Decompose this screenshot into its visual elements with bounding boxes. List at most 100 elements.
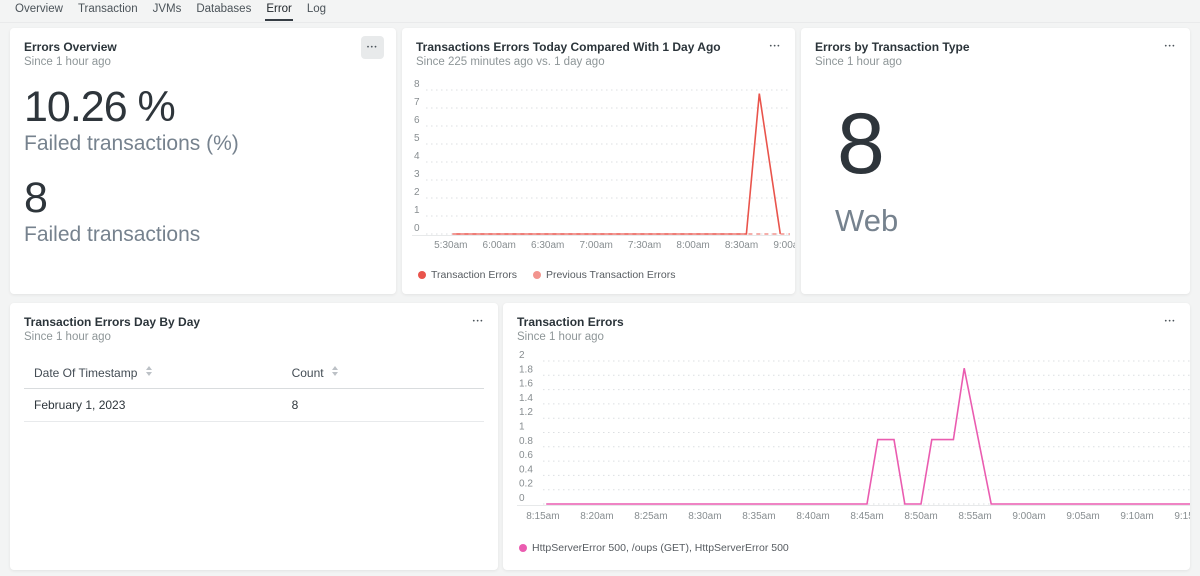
table-header-row: Date Of Timestamp Count bbox=[24, 358, 484, 389]
card-title: Transaction Errors Day By Day bbox=[24, 315, 484, 329]
chart-legend: Transaction Errors Previous Transaction E… bbox=[416, 269, 781, 281]
svg-text:8:00am: 8:00am bbox=[676, 240, 709, 251]
svg-text:9:15am: 9:15am bbox=[1174, 511, 1190, 522]
svg-text:9:00am: 9:00am bbox=[773, 240, 795, 251]
legend-label: Previous Transaction Errors bbox=[546, 269, 676, 281]
top-nav: Overview Transaction JVMs Databases Erro… bbox=[0, 0, 1200, 23]
card-subtitle: Since 225 minutes ago vs. 1 day ago bbox=[416, 56, 781, 69]
svg-text:6: 6 bbox=[414, 115, 420, 126]
legend-item[interactable]: HttpServerError 500, /oups (GET), HttpSe… bbox=[519, 542, 789, 554]
ellipsis-icon: ••• bbox=[1165, 318, 1176, 325]
svg-text:2: 2 bbox=[519, 350, 525, 361]
tab-overview[interactable]: Overview bbox=[14, 3, 64, 19]
svg-text:1.4: 1.4 bbox=[519, 393, 533, 404]
date-cell: February 1, 2023 bbox=[24, 389, 282, 422]
svg-text:5: 5 bbox=[414, 133, 420, 144]
ellipsis-menu-button[interactable]: ••• bbox=[770, 42, 781, 52]
ellipsis-icon: ••• bbox=[1165, 43, 1176, 50]
tab-transaction[interactable]: Transaction bbox=[77, 3, 139, 19]
column-header-date[interactable]: Date Of Timestamp bbox=[24, 358, 282, 389]
svg-text:6:30am: 6:30am bbox=[531, 240, 564, 251]
card-title: Errors by Transaction Type bbox=[815, 40, 1176, 54]
card-compare-chart: Transactions Errors Today Compared With … bbox=[402, 28, 795, 294]
legend-label: Transaction Errors bbox=[431, 269, 517, 281]
ellipsis-menu-button[interactable]: ••• bbox=[1165, 42, 1176, 52]
card-title: Errors Overview bbox=[24, 40, 382, 54]
svg-text:7: 7 bbox=[414, 97, 420, 108]
card-subtitle: Since 1 hour ago bbox=[815, 56, 1176, 69]
svg-text:0: 0 bbox=[414, 223, 420, 234]
svg-text:0.8: 0.8 bbox=[519, 436, 533, 447]
svg-text:9:05am: 9:05am bbox=[1066, 511, 1099, 522]
legend-label: HttpServerError 500, /oups (GET), HttpSe… bbox=[532, 542, 789, 554]
svg-text:5:30am: 5:30am bbox=[434, 240, 467, 251]
svg-text:1: 1 bbox=[414, 205, 420, 216]
svg-text:8:30am: 8:30am bbox=[688, 511, 721, 522]
svg-text:1: 1 bbox=[519, 422, 525, 433]
count-cell: 8 bbox=[282, 389, 484, 422]
tab-error[interactable]: Error bbox=[265, 3, 293, 21]
svg-text:3: 3 bbox=[414, 169, 420, 180]
tab-jvms[interactable]: JVMs bbox=[152, 3, 183, 19]
svg-text:8:35am: 8:35am bbox=[742, 511, 775, 522]
legend-item[interactable]: Transaction Errors bbox=[418, 269, 517, 281]
card-title: Transactions Errors Today Compared With … bbox=[416, 40, 781, 54]
svg-text:0.4: 0.4 bbox=[519, 464, 533, 475]
ellipsis-icon: ••• bbox=[770, 43, 781, 50]
svg-text:8:30am: 8:30am bbox=[725, 240, 758, 251]
web-errors-count-value: 8 bbox=[837, 101, 1176, 187]
errors-table: Date Of Timestamp Count February 1, 2023… bbox=[24, 358, 484, 422]
svg-text:1.8: 1.8 bbox=[519, 364, 533, 375]
ellipsis-menu-button[interactable]: ••• bbox=[1165, 317, 1176, 327]
card-subtitle: Since 1 hour ago bbox=[24, 56, 382, 69]
svg-text:2: 2 bbox=[414, 187, 420, 198]
tab-databases[interactable]: Databases bbox=[195, 3, 252, 19]
legend-dot-icon bbox=[519, 544, 527, 552]
svg-text:9:00am: 9:00am bbox=[1012, 511, 1045, 522]
compare-line-chart[interactable]: 0 1 2 3 4 5 6 7 8 5:30am 6:00am 6:30am 7:00am 7:30am 8… bbox=[412, 81, 781, 257]
tab-log[interactable]: Log bbox=[306, 3, 327, 19]
legend-item[interactable]: Previous Transaction Errors bbox=[533, 269, 676, 281]
failed-transactions-count-value: 8 bbox=[24, 176, 382, 221]
svg-text:8:15am: 8:15am bbox=[526, 511, 559, 522]
svg-text:7:30am: 7:30am bbox=[628, 240, 661, 251]
card-title: Transaction Errors bbox=[517, 315, 1176, 329]
ellipsis-icon: ••• bbox=[473, 318, 484, 325]
ellipsis-menu-button[interactable]: ••• bbox=[361, 36, 384, 59]
chart-legend: HttpServerError 500, /oups (GET), HttpSe… bbox=[517, 542, 1176, 554]
svg-text:8: 8 bbox=[414, 79, 420, 90]
card-subtitle: Since 1 hour ago bbox=[517, 331, 1176, 344]
svg-text:9:10am: 9:10am bbox=[1120, 511, 1153, 522]
failed-transactions-pct-label: Failed transactions (%) bbox=[24, 132, 382, 156]
svg-text:1.6: 1.6 bbox=[519, 379, 533, 390]
card-errors-overview: Errors Overview Since 1 hour ago ••• 10.… bbox=[10, 28, 396, 294]
card-transaction-errors: Transaction Errors Since 1 hour ago ••• … bbox=[503, 303, 1190, 570]
failed-transactions-pct-value: 10.26 % bbox=[24, 85, 382, 130]
svg-text:7:00am: 7:00am bbox=[580, 240, 613, 251]
svg-text:8:20am: 8:20am bbox=[580, 511, 613, 522]
svg-text:8:25am: 8:25am bbox=[634, 511, 667, 522]
svg-text:1.2: 1.2 bbox=[519, 407, 533, 418]
svg-text:8:45am: 8:45am bbox=[850, 511, 883, 522]
ellipsis-icon: ••• bbox=[367, 43, 378, 53]
table-row[interactable]: February 1, 2023 8 bbox=[24, 389, 484, 422]
svg-text:0.6: 0.6 bbox=[519, 450, 533, 461]
svg-text:0.2: 0.2 bbox=[519, 479, 533, 490]
column-header-count[interactable]: Count bbox=[282, 358, 484, 389]
svg-text:8:55am: 8:55am bbox=[958, 511, 991, 522]
legend-dot-icon bbox=[533, 271, 541, 279]
transaction-errors-line-chart[interactable]: 00.20.40.60.811.21.41.61.828:15am8:20am8… bbox=[517, 356, 1176, 530]
svg-text:6:00am: 6:00am bbox=[483, 240, 516, 251]
card-subtitle: Since 1 hour ago bbox=[24, 331, 484, 344]
svg-text:8:40am: 8:40am bbox=[796, 511, 829, 522]
column-header-label: Count bbox=[292, 366, 324, 380]
legend-dot-icon bbox=[418, 271, 426, 279]
svg-text:8:50am: 8:50am bbox=[904, 511, 937, 522]
web-errors-count-label: Web bbox=[835, 203, 1176, 239]
svg-text:0: 0 bbox=[519, 493, 525, 504]
card-errors-by-type: Errors by Transaction Type Since 1 hour … bbox=[801, 28, 1190, 294]
ellipsis-menu-button[interactable]: ••• bbox=[473, 317, 484, 327]
card-day-by-day: Transaction Errors Day By Day Since 1 ho… bbox=[10, 303, 498, 570]
svg-text:4: 4 bbox=[414, 151, 420, 162]
column-header-label: Date Of Timestamp bbox=[34, 366, 137, 380]
